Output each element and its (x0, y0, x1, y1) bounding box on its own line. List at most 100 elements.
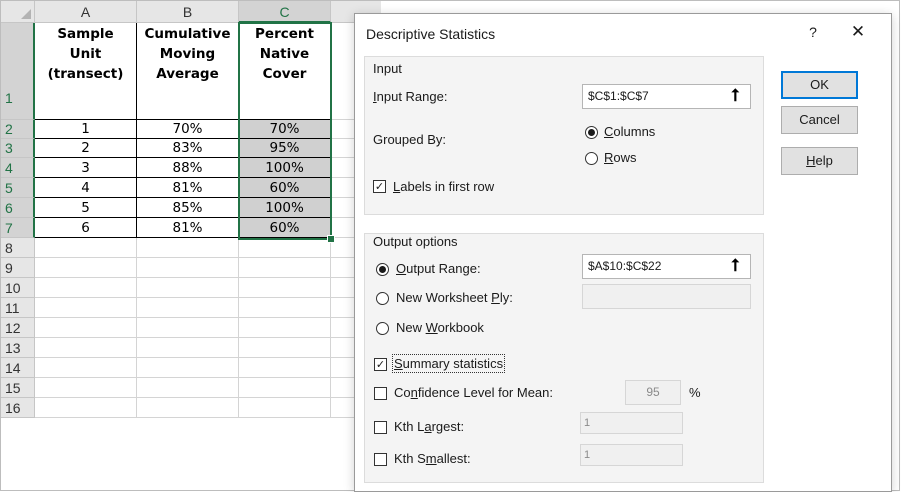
new-worksheet-ply-radio[interactable] (376, 292, 389, 305)
cell-c16[interactable] (239, 398, 331, 418)
cell-c7[interactable]: 60% (239, 218, 331, 238)
cell-b6[interactable]: 85% (137, 198, 239, 218)
grouped-columns-label[interactable]: Columns (604, 124, 655, 139)
cell-c3[interactable]: 95% (239, 139, 331, 158)
cell-c10[interactable] (239, 278, 331, 298)
column-header-b[interactable]: B (137, 1, 239, 23)
new-worksheet-ply-label[interactable]: New Worksheet Ply: (396, 290, 513, 305)
cell-b8[interactable] (137, 238, 239, 258)
summary-statistics-checkbox[interactable]: ✓ (374, 358, 387, 371)
cell-a2[interactable]: 1 (35, 120, 137, 139)
cell-b12[interactable] (137, 318, 239, 338)
cell-c5[interactable]: 60% (239, 178, 331, 198)
cell-c6[interactable]: 100% (239, 198, 331, 218)
row-header-10[interactable]: 10 (1, 278, 35, 298)
row-header-14[interactable]: 14 (1, 358, 35, 378)
ok-button[interactable]: OK (781, 71, 858, 99)
fill-handle[interactable] (327, 235, 335, 243)
cell-b13[interactable] (137, 338, 239, 358)
summary-statistics-label[interactable]: Summary statistics (391, 354, 506, 373)
kth-smallest-checkbox[interactable] (374, 453, 387, 466)
cell-c8[interactable] (239, 238, 331, 258)
cell-b3[interactable]: 83% (137, 139, 239, 158)
row-header-2[interactable]: 2 (1, 120, 35, 139)
cell-a10[interactable] (35, 278, 137, 298)
row-header-9[interactable]: 9 (1, 258, 35, 278)
grouped-rows-radio[interactable] (585, 152, 598, 165)
kth-smallest-field[interactable]: 1 (580, 444, 683, 466)
kth-smallest-label[interactable]: Kth Smallest: (394, 451, 471, 466)
cell-a8[interactable] (35, 238, 137, 258)
column-header-a[interactable]: A (35, 1, 137, 23)
cell-a3[interactable]: 2 (35, 139, 137, 158)
new-worksheet-ply-field[interactable] (582, 284, 751, 309)
cell-a11[interactable] (35, 298, 137, 318)
row-header-8[interactable]: 8 (1, 238, 35, 258)
cell-b11[interactable] (137, 298, 239, 318)
cell-b16[interactable] (137, 398, 239, 418)
cell-a7[interactable]: 6 (35, 218, 137, 238)
cell-b7[interactable]: 81% (137, 218, 239, 238)
cell-b10[interactable] (137, 278, 239, 298)
cell-c4[interactable]: 100% (239, 158, 331, 178)
cell-a5[interactable]: 4 (35, 178, 137, 198)
cell-a15[interactable] (35, 378, 137, 398)
output-range-collapse-arrow-icon[interactable]: ⭡ (721, 254, 749, 279)
cell-a13[interactable] (35, 338, 137, 358)
row-header-16[interactable]: 16 (1, 398, 35, 418)
cell-c11[interactable] (239, 298, 331, 318)
cell-b15[interactable] (137, 378, 239, 398)
row-header-5[interactable]: 5 (1, 178, 35, 198)
cell-c13[interactable] (239, 338, 331, 358)
row-header-7[interactable]: 7 (1, 218, 35, 238)
close-icon[interactable]: ✕ (843, 20, 873, 44)
output-range-label[interactable]: Output Range: (396, 261, 481, 276)
collapse-dialog-arrow-icon[interactable]: ⭡ (721, 84, 749, 109)
output-range-radio[interactable] (376, 263, 389, 276)
row-header-12[interactable]: 12 (1, 318, 35, 338)
row-header-3[interactable]: 3 (1, 139, 35, 158)
cell-c2[interactable]: 70% (239, 120, 331, 139)
confidence-level-checkbox[interactable] (374, 387, 387, 400)
cell-a9[interactable] (35, 258, 137, 278)
kth-largest-checkbox[interactable] (374, 421, 387, 434)
cell-c14[interactable] (239, 358, 331, 378)
grouped-columns-radio[interactable] (585, 126, 598, 139)
row-header-4[interactable]: 4 (1, 158, 35, 178)
help-question-icon[interactable]: ? (801, 20, 825, 44)
column-header-c[interactable]: C (239, 1, 331, 23)
cell-b1[interactable]: Cumulative Moving Average (137, 23, 239, 120)
kth-largest-field[interactable]: 1 (580, 412, 683, 434)
row-header-11[interactable]: 11 (1, 298, 35, 318)
cell-b5[interactable]: 81% (137, 178, 239, 198)
kth-largest-label[interactable]: Kth Largest: (394, 419, 464, 434)
row-header-1[interactable]: 1 (1, 23, 35, 120)
new-workbook-label[interactable]: New Workbook (396, 320, 484, 335)
cell-c9[interactable] (239, 258, 331, 278)
cell-a14[interactable] (35, 358, 137, 378)
grouped-rows-label[interactable]: Rows (604, 150, 637, 165)
row-header-15[interactable]: 15 (1, 378, 35, 398)
cell-a16[interactable] (35, 398, 137, 418)
cell-c15[interactable] (239, 378, 331, 398)
new-workbook-radio[interactable] (376, 322, 389, 335)
cell-a6[interactable]: 5 (35, 198, 137, 218)
labels-first-row-checkbox[interactable]: ✓ (373, 180, 386, 193)
select-all-corner[interactable] (1, 1, 35, 23)
help-button[interactable]: Help (781, 147, 858, 175)
cell-a12[interactable] (35, 318, 137, 338)
confidence-level-field[interactable]: 95 (625, 380, 681, 405)
confidence-level-label[interactable]: Confidence Level for Mean: (394, 385, 553, 400)
cell-c12[interactable] (239, 318, 331, 338)
labels-first-row-label[interactable]: Labels in first row (393, 179, 494, 194)
cancel-button[interactable]: Cancel (781, 106, 858, 134)
cell-b9[interactable] (137, 258, 239, 278)
cell-b2[interactable]: 70% (137, 120, 239, 139)
cell-b14[interactable] (137, 358, 239, 378)
cell-a1[interactable]: Sample Unit (transect) (35, 23, 137, 120)
row-header-13[interactable]: 13 (1, 338, 35, 358)
row-header-6[interactable]: 6 (1, 198, 35, 218)
cell-a4[interactable]: 3 (35, 158, 137, 178)
cell-c1[interactable]: Percent Native Cover (239, 23, 331, 120)
cell-b4[interactable]: 88% (137, 158, 239, 178)
